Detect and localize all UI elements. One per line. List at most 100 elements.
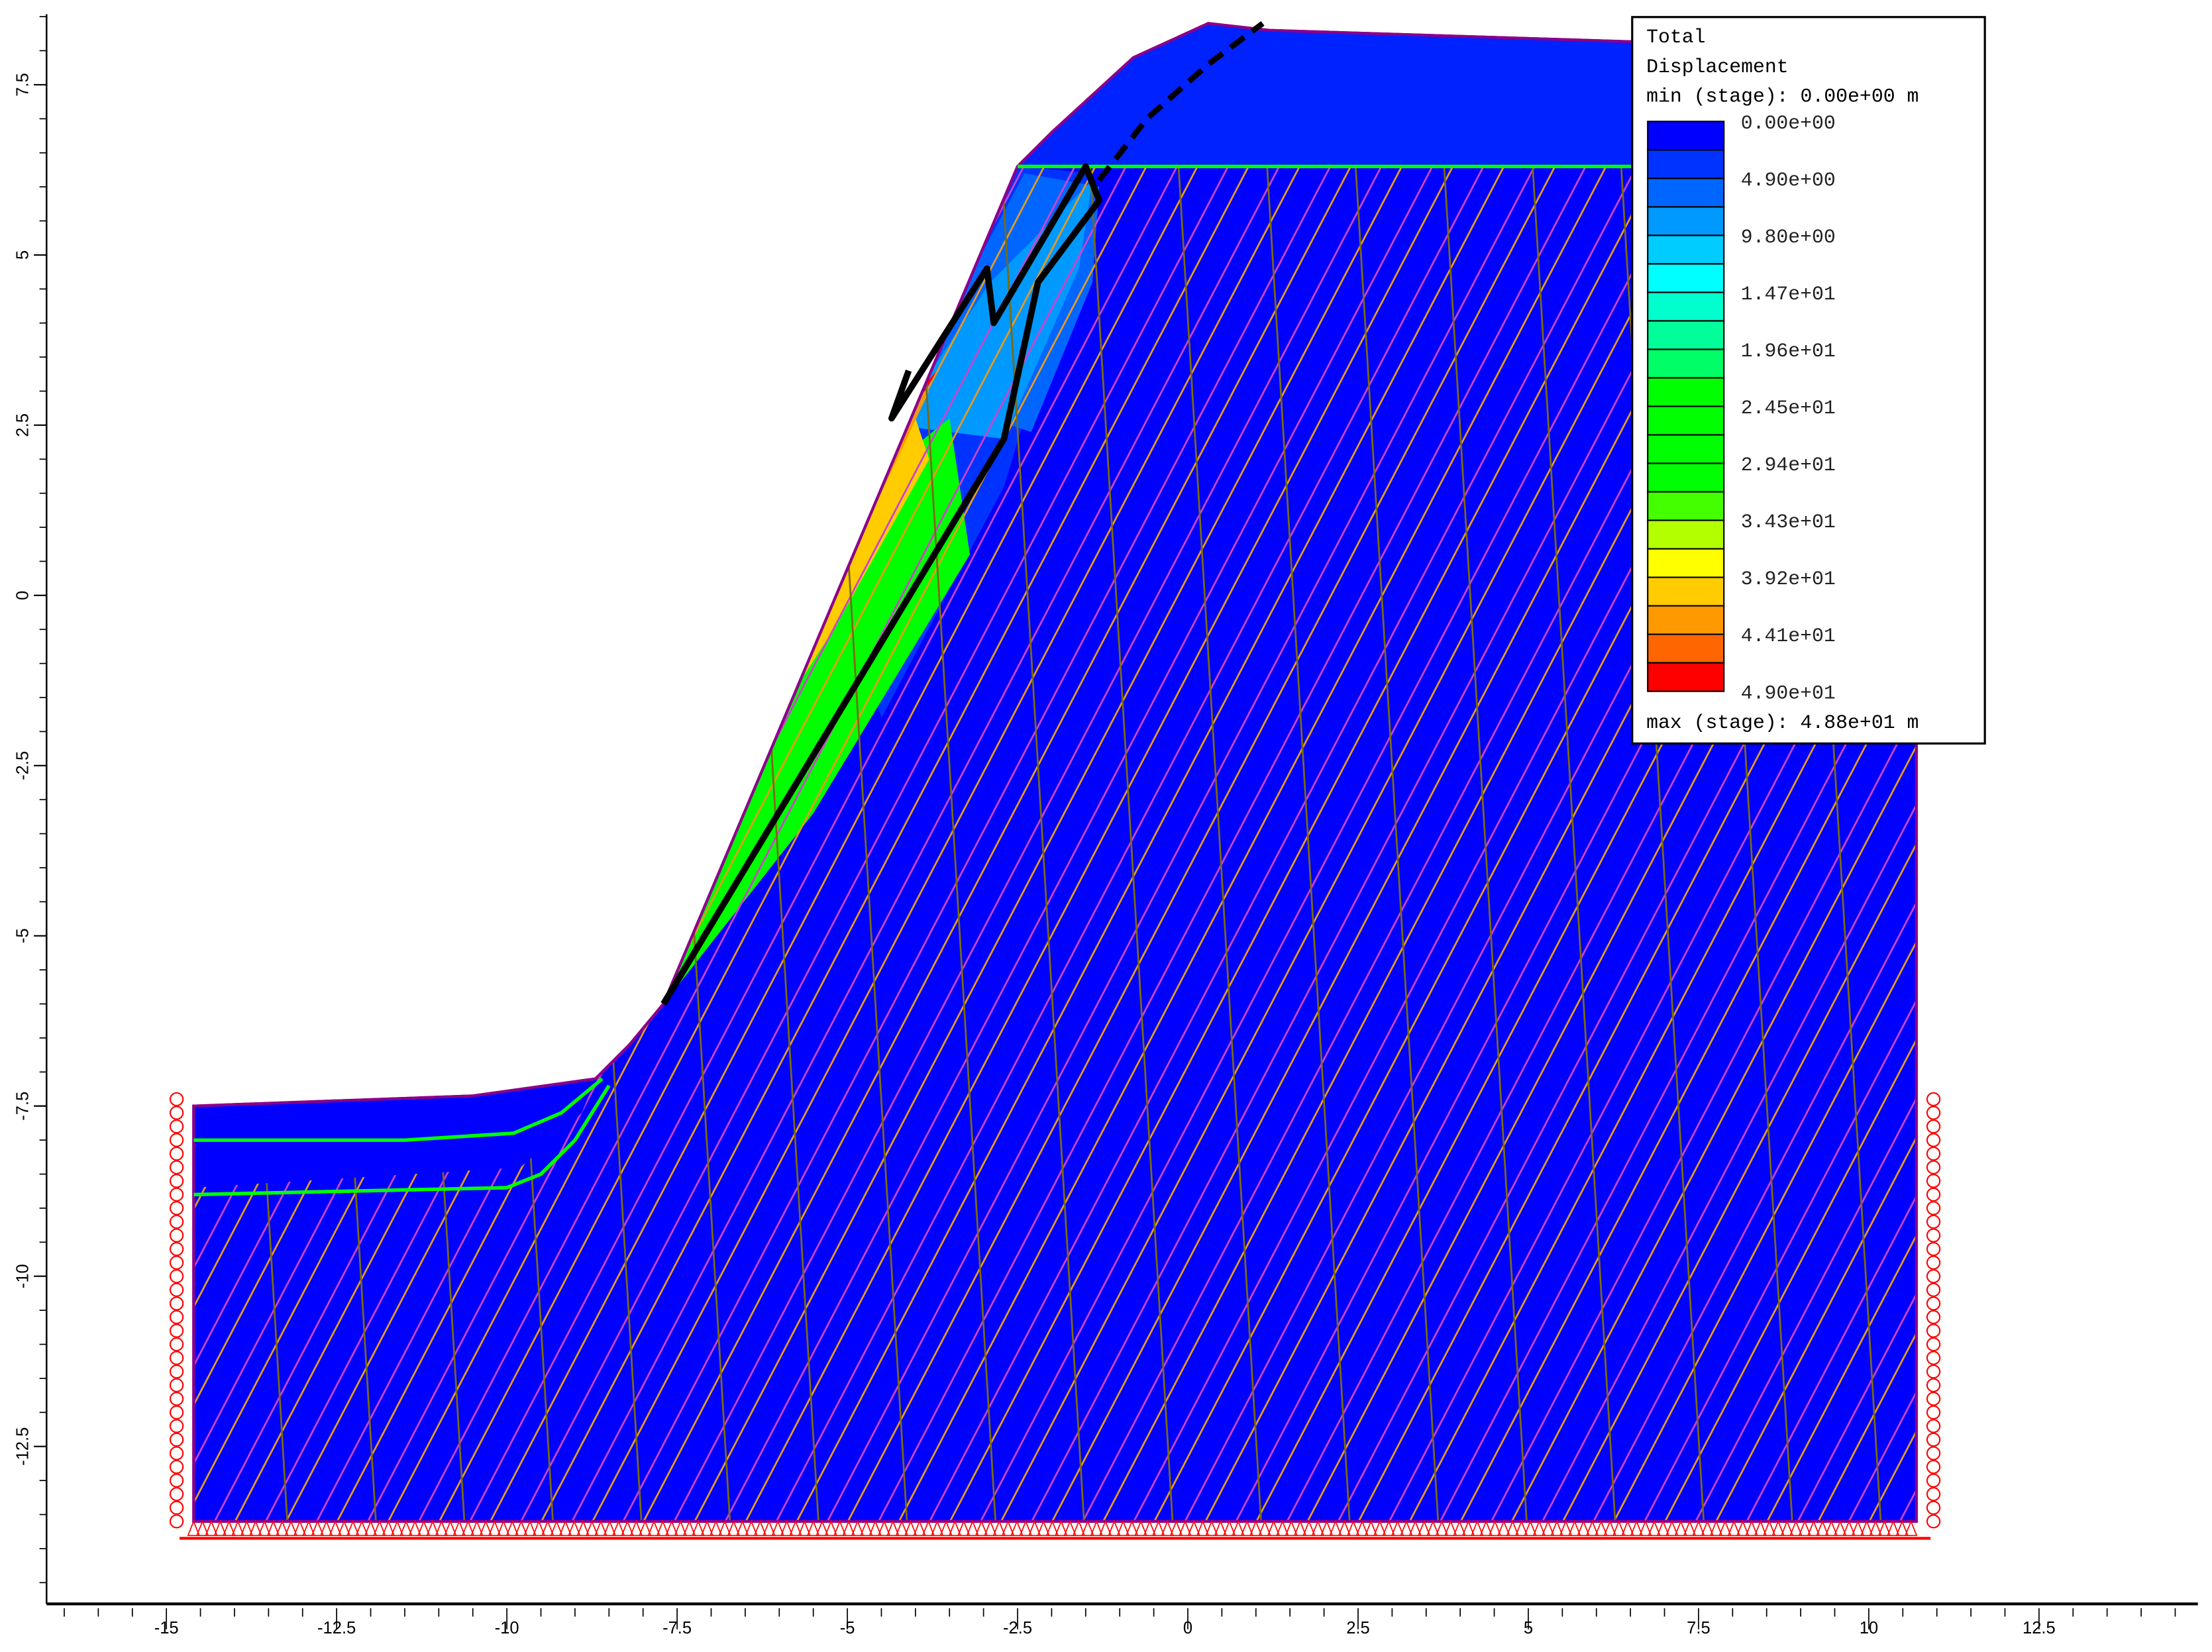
- legend-title-line2: Displacement: [1646, 56, 1789, 78]
- legend-swatch: [1647, 462, 1725, 493]
- legend-swatch: [1647, 548, 1725, 578]
- y-tick-label: 0: [14, 591, 32, 600]
- roller-support-left: [169, 1255, 184, 1270]
- roller-support-left: [169, 1241, 184, 1257]
- roller-support-right: [1926, 1473, 1941, 1488]
- roller-support-right: [1926, 1514, 1941, 1529]
- legend-swatch: [1647, 633, 1725, 664]
- roller-support-left: [169, 1459, 184, 1474]
- roller-support-right: [1926, 1147, 1941, 1161]
- legend-label: 0.00e+00: [1741, 112, 1836, 134]
- roller-support-right: [1926, 1487, 1941, 1502]
- legend-swatch: [1647, 405, 1725, 436]
- roller-support-left: [169, 1106, 184, 1120]
- roller-support-left: [169, 1228, 184, 1243]
- roller-support-right: [1926, 1296, 1941, 1311]
- legend-swatch: [1647, 263, 1725, 293]
- roller-support-left: [169, 1296, 184, 1311]
- y-tick-label: -12.5: [14, 1427, 32, 1466]
- joint-line-orange: [193, 23, 222, 1522]
- roller-support-left: [169, 1214, 184, 1229]
- legend: Total Displacement min (stage): 0.00e+00…: [1631, 16, 1986, 745]
- legend-swatch: [1647, 121, 1725, 151]
- x-tick-label: 12.5: [2023, 1619, 2056, 1637]
- x-tick-label: -12.5: [317, 1619, 356, 1637]
- roller-support-right: [1926, 1228, 1941, 1243]
- roller-support-left: [169, 1337, 184, 1352]
- roller-support-right: [1926, 1364, 1941, 1379]
- roller-support-right: [1926, 1446, 1941, 1461]
- roller-support-left: [169, 1119, 184, 1134]
- legend-swatch: [1647, 434, 1725, 464]
- roller-support-left: [169, 1378, 184, 1392]
- joint-line-magenta: [1988, 0, 2212, 1549]
- legend-swatch: [1647, 320, 1725, 350]
- roller-support-left: [169, 1351, 184, 1365]
- legend-min: min (stage): 0.00e+00 m: [1646, 85, 1919, 108]
- joint-line-orange: [1958, 0, 2212, 1549]
- x-tick-label: 7.5: [1687, 1619, 1711, 1637]
- roller-support-right: [1926, 1201, 1941, 1215]
- roller-support-left: [169, 1147, 184, 1161]
- roller-support-right: [1926, 1310, 1941, 1325]
- roller-support-left: [169, 1187, 184, 1202]
- y-tick-label: 7.5: [14, 73, 32, 97]
- legend-label: 9.80e+00: [1741, 226, 1836, 248]
- x-tick-label: -5: [840, 1619, 855, 1637]
- roller-support-left: [169, 1201, 184, 1215]
- legend-label: 3.43e+01: [1741, 511, 1836, 533]
- legend-swatch: [1647, 149, 1725, 180]
- roller-support-left: [169, 1514, 184, 1529]
- y-tick-label: -5: [14, 928, 32, 943]
- roller-support-left: [169, 1432, 184, 1447]
- contour-band-cyan: [833, 418, 888, 500]
- joint-line-orange: [0, 0, 68, 1549]
- x-tick-label: 5: [1524, 1619, 1533, 1637]
- roller-support-right: [1926, 1255, 1941, 1270]
- legend-label: 4.90e+00: [1741, 169, 1836, 191]
- legend-swatch: [1647, 234, 1725, 265]
- roller-support-right: [1926, 1351, 1941, 1365]
- roller-support-right: [1926, 1174, 1941, 1188]
- roller-support-left: [169, 1310, 184, 1325]
- legend-swatch: [1647, 605, 1725, 635]
- legend-color-bar: [1647, 121, 1725, 692]
- y-tick-label: 5: [14, 250, 32, 260]
- roller-support-right: [1926, 1133, 1941, 1147]
- x-tick-label: -7.5: [662, 1619, 692, 1637]
- legend-swatch: [1647, 348, 1725, 379]
- y-tick-label: 2.5: [14, 413, 32, 437]
- roller-support-left: [169, 1160, 184, 1174]
- roller-support-right: [1926, 1119, 1941, 1134]
- roller-support-right: [1926, 1241, 1941, 1257]
- legend-label: 4.90e+01: [1741, 682, 1836, 704]
- y-tick-label: -2.5: [14, 751, 32, 780]
- legend-swatch: [1647, 291, 1725, 322]
- roller-support-right: [1926, 1378, 1941, 1392]
- x-tick-label: 0: [1183, 1619, 1192, 1637]
- roller-support-left: [169, 1323, 184, 1338]
- roller-support-left: [169, 1364, 184, 1379]
- legend-label: 3.92e+01: [1741, 568, 1836, 590]
- joint-line-orange: [2009, 0, 2212, 1549]
- x-tick-label: 10: [1860, 1619, 1878, 1637]
- legend-title-line1: Total: [1646, 26, 1705, 48]
- roller-support-left: [169, 1174, 184, 1188]
- roller-support-right: [1926, 1323, 1941, 1338]
- legend-swatch: [1647, 178, 1725, 208]
- roller-support-left: [169, 1092, 184, 1107]
- displacement-plot: -15 -12.5 -10 -7.5 -5 -2.5 0 2.5 5 7.5 10 12.5 7.5 5 2…: [0, 0, 2212, 1637]
- roller-support-right: [1926, 1500, 1941, 1515]
- legend-swatch: [1647, 206, 1725, 236]
- roller-support-left: [169, 1405, 184, 1420]
- x-tick-label: -10: [495, 1619, 519, 1637]
- roller-support-right: [1926, 1459, 1941, 1474]
- legend-swatch: [1647, 491, 1725, 521]
- roller-support-right: [1926, 1187, 1941, 1202]
- legend-label: 2.45e+01: [1741, 397, 1836, 419]
- y-tick-label: -7.5: [14, 1092, 32, 1121]
- roller-support-right: [1926, 1337, 1941, 1352]
- roller-support-right: [1926, 1092, 1941, 1107]
- roller-support-left: [169, 1269, 184, 1284]
- roller-support-left: [169, 1419, 184, 1433]
